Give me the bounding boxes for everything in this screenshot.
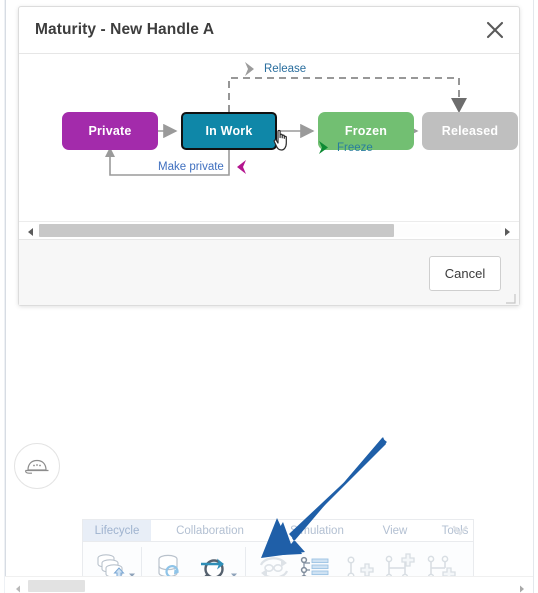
magenta-chevron-icon [233, 159, 249, 180]
state-label: Released [441, 124, 499, 138]
tab-collaboration[interactable]: Collaboration [151, 520, 269, 542]
maturity-dialog: Maturity - New Handle A Private In Work … [18, 6, 520, 306]
state-label: Frozen [344, 124, 388, 138]
hard-hat-icon [24, 459, 49, 474]
page-right-edge [533, 0, 538, 593]
app-root: Maturity - New Handle A Private In Work … [0, 0, 538, 593]
scrollbar-thumb[interactable] [39, 224, 394, 237]
state-label: Private [88, 124, 132, 138]
ribbon-tab-strip: Lifecycle Collaboration Simulation View … [82, 519, 474, 542]
tab-view[interactable]: View [365, 520, 425, 542]
state-node-private[interactable]: Private [62, 112, 158, 150]
page-left-edge [0, 0, 6, 593]
tab-lifecycle[interactable]: Lifecycle [83, 520, 151, 542]
transition-label-freeze[interactable]: Freeze [337, 142, 373, 154]
diagram-canvas: Private In Work Frozen Released Release … [19, 54, 519, 221]
triangle-right-icon[interactable] [501, 225, 513, 237]
tab-simulation[interactable]: Simulation [269, 520, 365, 542]
diagram-horizontal-scrollbar[interactable] [19, 221, 519, 239]
resize-grip-icon[interactable] [504, 291, 516, 304]
lifecycle-diagram[interactable]: Private In Work Frozen Released Release … [19, 54, 519, 221]
triangle-right-icon[interactable] [517, 581, 527, 593]
state-label: In Work [205, 124, 253, 138]
green-chevron-icon [318, 140, 334, 160]
chevron-down-icon[interactable] [450, 522, 470, 540]
page-horizontal-scrollbar[interactable] [5, 576, 533, 593]
state-node-in-work[interactable]: In Work [181, 112, 277, 150]
cancel-button[interactable]: Cancel [429, 256, 501, 291]
triangle-left-icon[interactable] [13, 581, 23, 593]
close-icon[interactable] [483, 18, 507, 42]
ribbon-caret-find[interactable] [230, 566, 238, 577]
grey-chevron-icon [243, 61, 261, 82]
page-title: Maturity - New Handle A [35, 21, 215, 38]
state-node-released[interactable]: Released [422, 112, 518, 150]
dialog-header: Maturity - New Handle A [19, 7, 519, 54]
transition-label-release[interactable]: Release [264, 63, 306, 75]
scrollbar-thumb[interactable] [28, 580, 85, 592]
ribbon-caret-share[interactable] [128, 566, 136, 577]
transition-label-make-private[interactable]: Make private [158, 161, 224, 173]
dialog-footer: Cancel [19, 239, 519, 305]
avatar[interactable] [14, 443, 60, 489]
triangle-left-icon[interactable] [25, 225, 37, 237]
